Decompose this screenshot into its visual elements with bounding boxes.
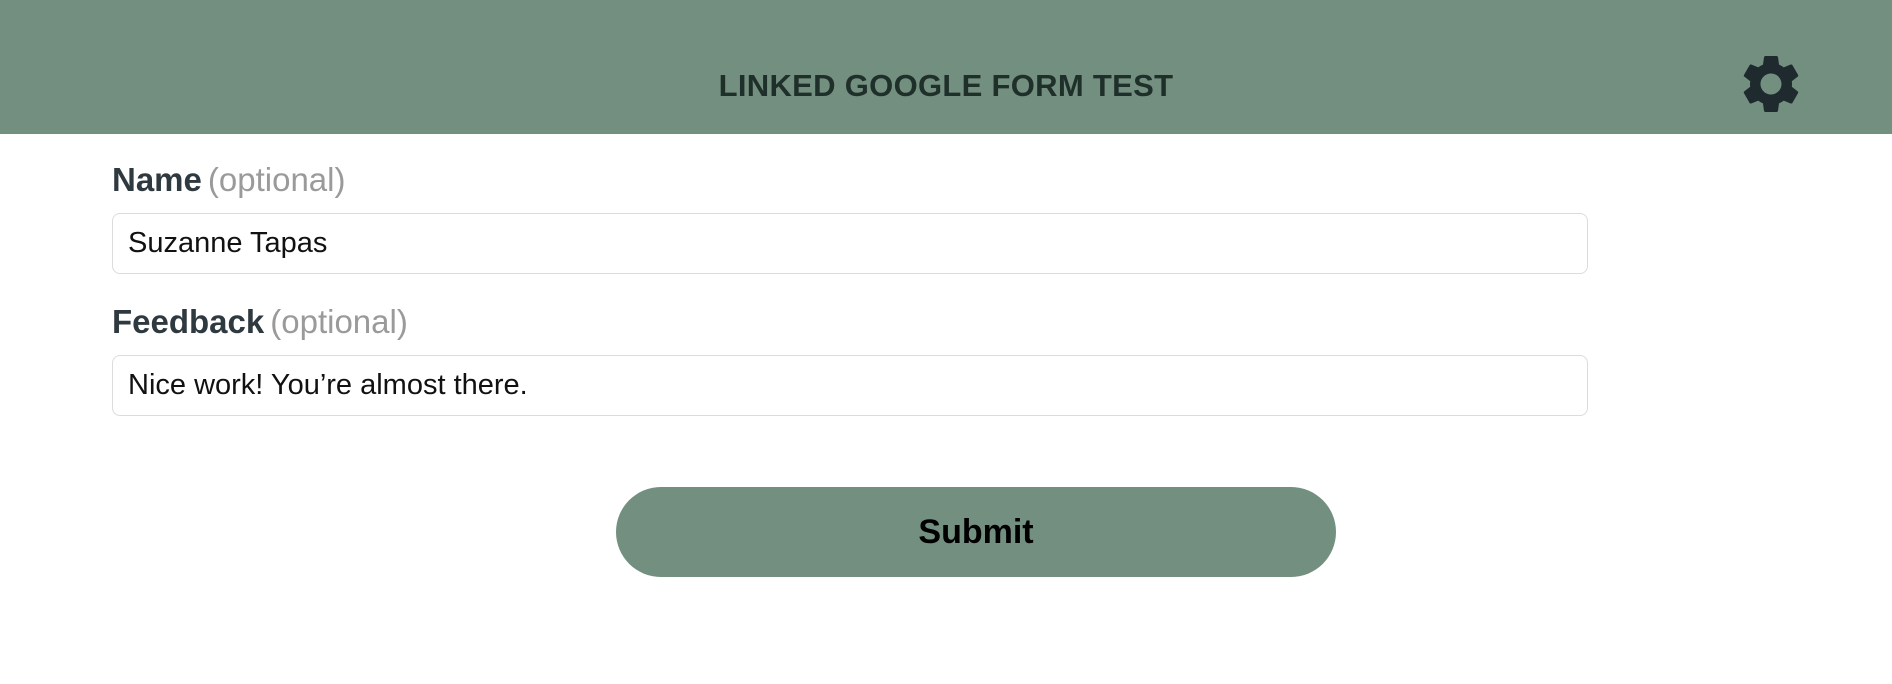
submit-button[interactable]: Submit bbox=[616, 487, 1336, 577]
page-title: LINKED GOOGLE FORM TEST bbox=[718, 68, 1174, 103]
feedback-form: Name(optional) Feedback(optional) bbox=[112, 160, 1588, 416]
feedback-label-text: Feedback bbox=[112, 303, 265, 340]
feedback-input[interactable] bbox=[112, 355, 1588, 416]
name-field-group: Name (optional) bbox=[112, 160, 1588, 274]
settings-button[interactable] bbox=[1736, 49, 1806, 119]
name-optional-hint: (optional) bbox=[207, 161, 346, 198]
feedback-label: Feedback (optional) bbox=[112, 302, 1588, 342]
name-input[interactable] bbox=[112, 213, 1588, 274]
feedback-optional-hint: (optional) bbox=[270, 303, 408, 340]
name-label-text: Name bbox=[112, 161, 202, 198]
app-header: LINKED GOOGLE FORM TEST bbox=[0, 0, 1892, 134]
name-label: Name (optional) bbox=[112, 160, 1588, 200]
feedback-field-group: Feedback (optional) bbox=[112, 302, 1588, 416]
gear-icon bbox=[1743, 56, 1799, 112]
